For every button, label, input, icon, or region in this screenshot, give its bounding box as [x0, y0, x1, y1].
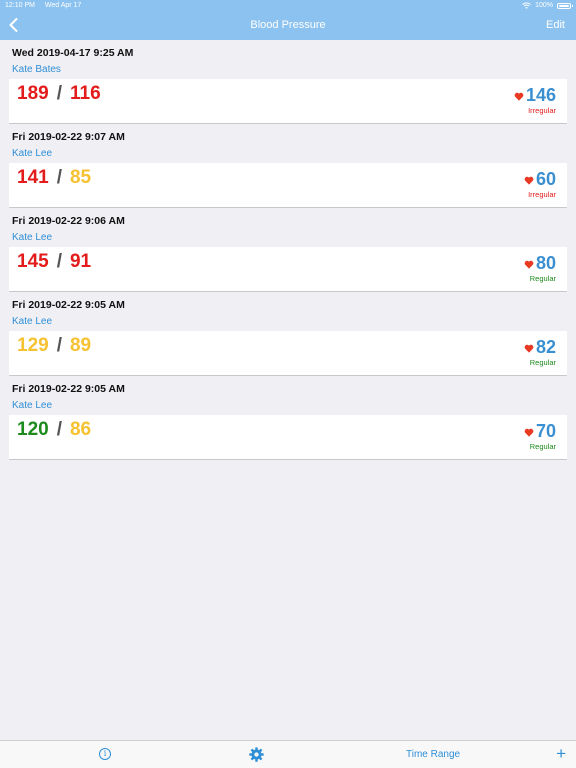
section-header: Fri 2019-02-22 9:07 AM Kate Lee	[0, 124, 576, 163]
add-reading-button[interactable]: +	[556, 741, 566, 767]
systolic-value: 120	[17, 419, 49, 440]
pulse-block: 80 Regular	[524, 253, 556, 283]
diastolic-value: 86	[69, 419, 92, 440]
section-header: Fri 2019-02-22 9:06 AM Kate Lee	[0, 208, 576, 247]
diastolic-value: 91	[69, 251, 92, 272]
battery-icon	[557, 2, 573, 9]
pulse-block: 70 Regular	[524, 421, 556, 451]
bp-separator: /	[56, 83, 62, 104]
reading-row[interactable]: 129 / 89 82 Regular	[9, 331, 567, 376]
section-header: Fri 2019-02-22 9:05 AM Kate Lee	[0, 376, 576, 415]
blood-pressure-value: 189 / 116	[17, 83, 101, 105]
status-bar: 12:10 PM Wed Apr 17 100%	[0, 0, 576, 11]
pulse-block: 82 Regular	[524, 337, 556, 367]
section-header: Fri 2019-02-22 9:05 AM Kate Lee	[0, 292, 576, 331]
blood-pressure-value: 145 / 91	[17, 251, 91, 273]
time-range-button[interactable]: Time Range	[406, 741, 460, 768]
pulse-value: 146	[525, 85, 556, 105]
reading-group: Wed 2019-04-17 9:25 AM Kate Bates 189 / 11…	[0, 40, 576, 124]
bp-separator: /	[56, 167, 62, 188]
heart-icon	[524, 176, 534, 185]
status-time: 12:10 PM	[5, 2, 35, 9]
patient-name: Kate Lee	[12, 148, 53, 159]
heart-icon	[524, 428, 534, 437]
navigation-bar: Blood Pressure Edit	[0, 11, 576, 40]
patient-name: Kate Bates	[12, 64, 61, 75]
reading-row[interactable]: 145 / 91 80 Regular	[9, 247, 567, 292]
battery-percent: 100%	[535, 2, 553, 9]
pulse-block: 146 Irregular	[514, 85, 556, 115]
rhythm-status: Regular	[529, 358, 556, 367]
reading-group: Fri 2019-02-22 9:06 AM Kate Lee 145 / 91 8…	[0, 208, 576, 292]
reading-row[interactable]: 141 / 85 60 Irregular	[9, 163, 567, 208]
reading-group: Fri 2019-02-22 9:07 AM Kate Lee 141 / 85 6…	[0, 124, 576, 208]
rhythm-status: Irregular	[528, 190, 556, 199]
bp-separator: /	[56, 335, 62, 356]
patient-name: Kate Lee	[12, 400, 53, 411]
status-date: Wed Apr 17	[44, 2, 82, 9]
rhythm-status: Regular	[529, 442, 556, 451]
info-icon[interactable]: i	[99, 748, 111, 760]
reading-date: Fri 2019-02-22 9:05 AM	[12, 383, 125, 395]
reading-group: Fri 2019-02-22 9:05 AM Kate Lee 129 / 89 8…	[0, 292, 576, 376]
bottom-toolbar: i Time Range +	[0, 740, 576, 768]
bp-separator: /	[56, 251, 62, 272]
blood-pressure-value: 129 / 89	[17, 335, 91, 357]
blood-pressure-value: 120 / 86	[17, 419, 91, 441]
edit-button[interactable]: Edit	[546, 11, 565, 40]
reading-date: Fri 2019-02-22 9:05 AM	[12, 299, 125, 311]
heart-icon	[524, 260, 534, 269]
page-title: Blood Pressure	[250, 19, 326, 31]
reading-date: Fri 2019-02-22 9:07 AM	[12, 131, 125, 143]
systolic-value: 145	[17, 251, 49, 272]
gear-icon[interactable]	[249, 747, 264, 762]
reading-row[interactable]: 189 / 116 146 Irregular	[9, 79, 567, 124]
pulse-value: 82	[535, 337, 556, 357]
reading-date: Wed 2019-04-17 9:25 AM	[12, 47, 134, 59]
readings-list: Wed 2019-04-17 9:25 AM Kate Bates 189 / 11…	[0, 40, 576, 460]
diastolic-value: 89	[69, 335, 92, 356]
wifi-icon	[522, 2, 531, 9]
diastolic-value: 85	[69, 167, 92, 188]
heart-icon	[514, 92, 524, 101]
reading-row[interactable]: 120 / 86 70 Regular	[9, 415, 567, 460]
reading-group: Fri 2019-02-22 9:05 AM Kate Lee 120 / 86 7…	[0, 376, 576, 460]
patient-name: Kate Lee	[12, 232, 53, 243]
rhythm-status: Irregular	[528, 106, 556, 115]
diastolic-value: 116	[69, 83, 101, 104]
bp-separator: /	[56, 419, 62, 440]
pulse-block: 60 Irregular	[524, 169, 556, 199]
reading-date: Fri 2019-02-22 9:06 AM	[12, 215, 125, 227]
systolic-value: 129	[17, 335, 49, 356]
patient-name: Kate Lee	[12, 316, 53, 327]
pulse-value: 60	[535, 169, 556, 189]
heart-icon	[524, 344, 534, 353]
blood-pressure-value: 141 / 85	[17, 167, 91, 189]
systolic-value: 141	[17, 167, 49, 188]
pulse-value: 70	[535, 421, 556, 441]
rhythm-status: Regular	[529, 274, 556, 283]
systolic-value: 189	[17, 83, 49, 104]
section-header: Wed 2019-04-17 9:25 AM Kate Bates	[0, 40, 576, 79]
pulse-value: 80	[535, 253, 556, 273]
